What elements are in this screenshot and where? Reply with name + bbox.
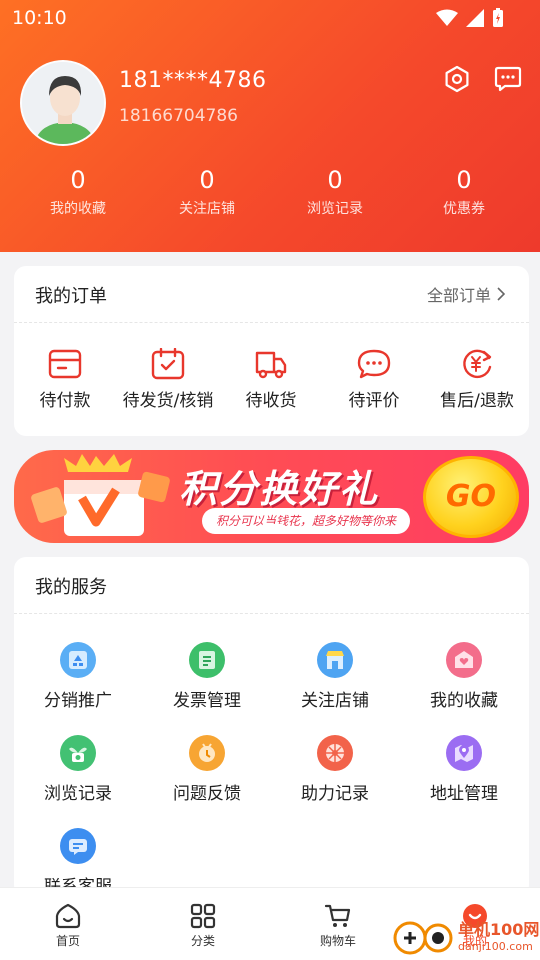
- watermark-url: danji100.com: [458, 940, 533, 953]
- service-browse-history[interactable]: 浏览记录: [23, 735, 133, 804]
- order-label: 待收货: [245, 391, 297, 411]
- phone-number: 18166704786: [119, 106, 238, 126]
- wallet-icon: [48, 349, 82, 379]
- settings-icon[interactable]: [442, 64, 472, 94]
- order-label: 待付款: [39, 391, 91, 411]
- order-label: 待发货/核销: [122, 391, 214, 411]
- refund-icon: [463, 349, 492, 379]
- orders-title: 我的订单: [35, 286, 107, 307]
- all-orders-link[interactable]: 全部订单: [427, 282, 505, 306]
- customer-service-icon: [60, 828, 96, 864]
- message-icon[interactable]: [493, 64, 523, 94]
- card-divider: [14, 322, 529, 323]
- tab-label: 购物车: [319, 934, 356, 948]
- order-pending-payment[interactable]: 待付款: [10, 348, 120, 411]
- go-label: GO: [445, 479, 497, 514]
- banner-go-button[interactable]: GO: [423, 456, 519, 538]
- stat-followed-stores[interactable]: 0 关注店铺: [142, 166, 272, 218]
- stat-label: 关注店铺: [179, 201, 235, 217]
- tab-cart[interactable]: 购物车: [293, 902, 383, 949]
- stats-row: 0 我的收藏 0 关注店铺 0 浏览记录 0 优惠券: [0, 166, 540, 222]
- tab-home[interactable]: 首页: [23, 902, 113, 949]
- services-card: 我的服务 分销推广 发票管理 关注店铺 我的收藏 浏览记录 问题反馈 助力记录 …: [14, 557, 529, 897]
- order-label: 售后/退款: [440, 391, 514, 411]
- service-label: 问题反馈: [173, 784, 241, 804]
- order-pending-receipt[interactable]: 待收货: [216, 348, 326, 411]
- gift-box-icon: [31, 454, 170, 536]
- default-avatar-icon: [22, 62, 104, 144]
- favorite-icon: [446, 642, 482, 678]
- chat-bubble-icon: [357, 349, 391, 379]
- order-pending-review[interactable]: 待评价: [319, 348, 429, 411]
- cart-icon: [324, 904, 351, 927]
- status-time: 10:10: [12, 7, 67, 29]
- feedback-icon: [189, 735, 225, 771]
- service-address[interactable]: 地址管理: [409, 735, 519, 804]
- invoice-icon: [189, 642, 225, 678]
- stat-label: 优惠券: [443, 201, 485, 217]
- stat-value: 0: [70, 166, 86, 194]
- assist-icon: [317, 735, 353, 771]
- tab-label: 首页: [55, 934, 80, 948]
- stat-browse-history[interactable]: 0 浏览记录: [270, 166, 400, 218]
- banner-subtitle: 积分可以当钱花，超多好物等你来: [202, 508, 411, 534]
- status-bar: 10:10: [0, 0, 540, 36]
- home-icon: [55, 903, 81, 929]
- truck-icon: [255, 351, 287, 379]
- order-pending-shipment[interactable]: 待发货/核销: [113, 348, 223, 411]
- stat-value: 0: [199, 166, 215, 194]
- card-divider: [14, 613, 529, 614]
- service-favorites[interactable]: 我的收藏: [409, 642, 519, 711]
- service-label: 分销推广: [44, 691, 112, 711]
- signal-icon: [466, 9, 484, 27]
- service-feedback[interactable]: 问题反馈: [152, 735, 262, 804]
- profile-header: 10:10 181****4786 18166704786 0 我的收藏 0 关…: [0, 0, 540, 252]
- orders-card: 我的订单 全部订单 待付款 待发货/核销 待收货 待评价 售后/退款: [14, 266, 529, 436]
- chevron-right-icon: [497, 287, 505, 301]
- banner-indicator: [262, 524, 284, 528]
- watermark-text: 单机100网: [458, 920, 540, 939]
- wifi-icon: [436, 9, 458, 26]
- stat-value: 0: [327, 166, 343, 194]
- stat-label: 浏览记录: [307, 201, 363, 217]
- service-label: 地址管理: [430, 784, 498, 804]
- service-followed-stores[interactable]: 关注店铺: [280, 642, 390, 711]
- service-label: 关注店铺: [301, 691, 369, 711]
- order-after-sales[interactable]: 售后/退款: [422, 348, 532, 411]
- grid-icon: [190, 903, 216, 929]
- points-banner[interactable]: 积分换好礼 积分可以当钱花，超多好物等你来 GO: [14, 450, 529, 543]
- service-label: 浏览记录: [44, 784, 112, 804]
- all-orders-label: 全部订单: [426, 286, 491, 305]
- service-distribution[interactable]: 分销推广: [23, 642, 133, 711]
- battery-icon: [493, 8, 503, 27]
- service-label: 助力记录: [301, 784, 369, 804]
- services-title: 我的服务: [35, 577, 107, 598]
- banner-title: 积分换好礼: [179, 467, 380, 511]
- service-label: 我的收藏: [430, 691, 498, 711]
- status-icons: [436, 8, 504, 28]
- stat-label: 我的收藏: [50, 201, 106, 217]
- avatar[interactable]: [20, 60, 106, 146]
- stat-coupons[interactable]: 0 优惠券: [399, 166, 529, 218]
- calendar-check-icon: [151, 348, 185, 380]
- username: 181****4786: [119, 68, 267, 93]
- location-icon: [446, 735, 482, 771]
- order-label: 待评价: [348, 391, 400, 411]
- store-icon: [317, 642, 353, 678]
- service-label: 发票管理: [173, 691, 241, 711]
- stat-favorites[interactable]: 0 我的收藏: [13, 166, 143, 218]
- tab-label: 分类: [190, 934, 215, 948]
- tab-category[interactable]: 分类: [158, 902, 248, 949]
- service-invoice[interactable]: 发票管理: [152, 642, 262, 711]
- stat-value: 0: [456, 166, 472, 194]
- distribution-icon: [60, 642, 96, 678]
- history-icon: [60, 735, 96, 771]
- service-assist-records[interactable]: 助力记录: [280, 735, 390, 804]
